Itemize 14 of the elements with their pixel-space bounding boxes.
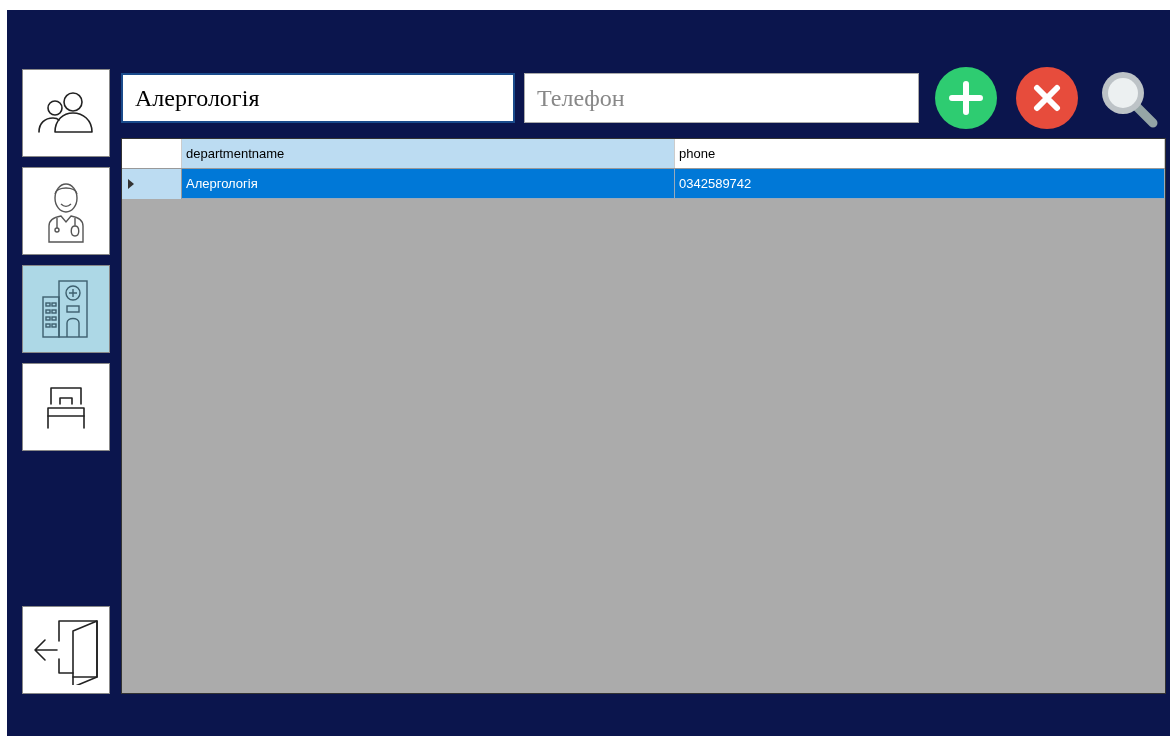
nav-button[interactable]	[22, 69, 110, 157]
table-cell: Алергологія	[182, 169, 675, 199]
table-cell: 0342589742	[675, 169, 1165, 199]
plus-icon	[949, 81, 983, 115]
exit-button[interactable]	[22, 606, 110, 694]
nav-button[interactable]	[22, 363, 110, 451]
column-header[interactable]: departmentname	[182, 139, 675, 168]
hospital-icon	[41, 279, 91, 339]
close-icon	[1033, 84, 1061, 112]
row-pointer-icon	[128, 179, 134, 189]
department-name-field[interactable]: Алергологія	[121, 73, 515, 123]
nav-button[interactable]	[22, 167, 110, 255]
bed-icon	[45, 384, 87, 430]
phone-field[interactable]: Телефон	[524, 73, 919, 123]
